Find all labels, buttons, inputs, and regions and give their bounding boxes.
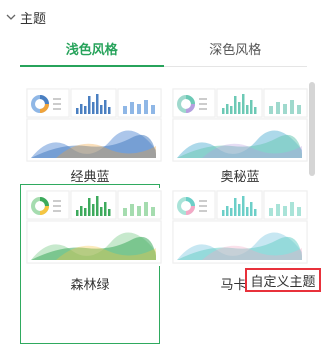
theme-preview [170, 86, 310, 164]
theme-label: 奥秘蓝 [220, 170, 260, 185]
theme-card-macaron[interactable]: 马卡龙 [170, 184, 310, 342]
scrollbar-thumb[interactable] [309, 82, 315, 176]
theme-preview [24, 86, 164, 164]
tab-light-style[interactable]: 浅色风格 [20, 36, 164, 67]
theme-tabs: 浅色风格 深色风格 [20, 36, 307, 67]
theme-section-header[interactable]: 主题 [6, 6, 46, 28]
theme-preview [170, 188, 310, 266]
custom-theme-button[interactable]: 自定义主题 [245, 268, 321, 292]
section-title: 主题 [20, 11, 47, 27]
theme-card-forest-green[interactable]: 森林绿 [20, 184, 164, 344]
theme-preview [24, 188, 164, 266]
chevron-down-icon [6, 14, 16, 20]
theme-label: 经典蓝 [70, 170, 110, 185]
theme-label: 森林绿 [70, 278, 110, 293]
tab-dark-style[interactable]: 深色风格 [164, 36, 308, 66]
